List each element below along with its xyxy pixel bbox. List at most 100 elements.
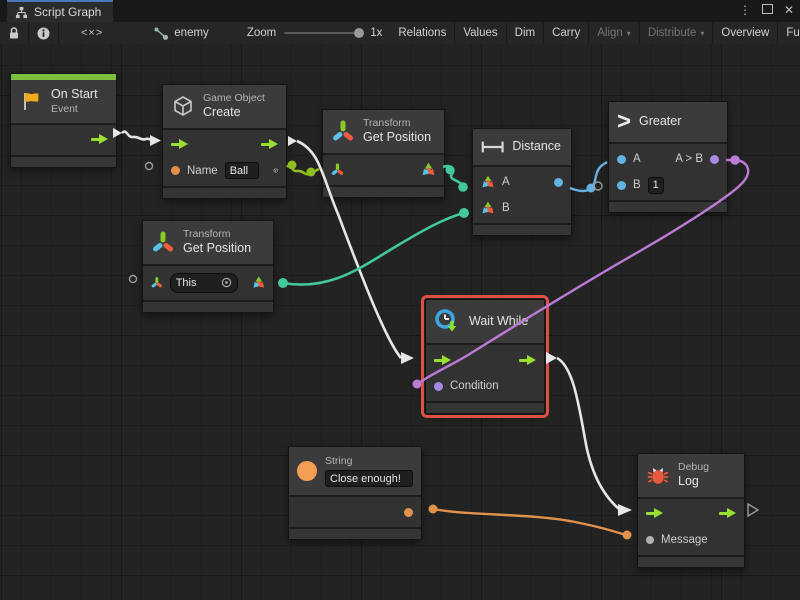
node-subtitle: Event — [51, 103, 98, 116]
output-label: A > B — [675, 153, 703, 165]
overview-button[interactable]: Overview — [712, 22, 777, 44]
string-value-field[interactable] — [325, 470, 413, 487]
wire-create-to-getposition — [287, 161, 319, 177]
condition-input-port[interactable] — [434, 382, 443, 391]
node-on-start-event[interactable]: On Start Event — [10, 73, 117, 168]
graph-name: enemy — [174, 27, 209, 39]
input-a-port[interactable] — [617, 155, 626, 164]
dim-button[interactable]: Dim — [506, 22, 543, 44]
distribute-button[interactable]: Distribute▾ — [639, 22, 713, 44]
string-output-port[interactable] — [404, 508, 413, 517]
vector3-input-port-a[interactable] — [481, 175, 495, 189]
tab-title: Script Graph — [34, 5, 101, 19]
transform-input-port[interactable] — [331, 163, 344, 176]
edit-source-button[interactable]: <×> — [58, 22, 125, 44]
graph-canvas[interactable]: On Start Event Game Object Create — [0, 44, 800, 600]
wait-clock-icon — [434, 308, 461, 335]
transform-input-port[interactable] — [151, 276, 163, 289]
distance-icon — [481, 139, 504, 155]
node-get-position-top[interactable]: Transform Get Position — [322, 109, 445, 198]
name-input-port[interactable] — [171, 166, 180, 175]
flow-input-port[interactable] — [434, 355, 451, 366]
unconnected-input-indicator — [130, 276, 137, 283]
title-bar: Script Graph ⋮ ✕ — [0, 0, 800, 22]
window-close-icon[interactable]: ✕ — [784, 3, 794, 17]
vector3-output-port[interactable] — [252, 275, 266, 290]
values-button[interactable]: Values — [454, 22, 505, 44]
input-b-label: B — [502, 202, 510, 214]
object-picker-icon[interactable] — [221, 277, 232, 288]
transform-icon — [151, 230, 175, 254]
result-output-port[interactable] — [710, 155, 719, 164]
greater-icon: > — [617, 111, 631, 133]
name-value-field[interactable] — [225, 162, 259, 179]
zoom-label: Zoom — [247, 27, 276, 39]
zoom-slider-knob[interactable] — [354, 28, 364, 38]
graph-breadcrumb[interactable]: enemy — [153, 26, 209, 41]
node-wait-while[interactable]: Wait While Condition — [425, 299, 545, 414]
b-value-field[interactable] — [648, 177, 664, 194]
node-title: Greater — [639, 114, 681, 130]
wire-string-to-message — [429, 505, 632, 540]
wire-onstart-to-create — [113, 128, 161, 146]
distance-output-port[interactable] — [554, 178, 563, 187]
wire-getposition-to-distance-b — [278, 208, 469, 288]
graph-toolbar: <×> enemy Zoom 1x Relations Values Dim C… — [0, 22, 800, 45]
condition-label: Condition — [450, 380, 499, 392]
node-category: Transform — [363, 117, 431, 130]
zoom-control: Zoom 1x — [247, 27, 383, 39]
full-screen-button[interactable]: Full Screen — [777, 22, 800, 44]
caret-down-icon: ▾ — [627, 29, 631, 38]
node-game-object-create[interactable]: Game Object Create Name — [162, 84, 287, 199]
name-port-label: Name — [187, 165, 218, 177]
node-greater[interactable]: > Greater A A > B B — [608, 101, 728, 213]
cube-icon — [171, 94, 195, 118]
zoom-value: 1x — [370, 27, 382, 39]
game-object-output-port[interactable] — [273, 163, 278, 178]
node-category: Transform — [183, 228, 251, 241]
node-string-literal[interactable]: String — [288, 446, 422, 540]
lock-button[interactable] — [0, 22, 28, 44]
bug-icon — [646, 463, 670, 487]
node-footer — [609, 200, 727, 212]
code-icon: <×> — [67, 27, 117, 39]
node-title: Get Position — [363, 130, 431, 146]
flow-input-port[interactable] — [171, 139, 188, 150]
vector3-input-port-b[interactable] — [481, 201, 495, 215]
node-distance[interactable]: Distance A — [472, 128, 572, 236]
relations-button[interactable]: Relations — [390, 22, 454, 44]
tab-script-graph[interactable]: Script Graph — [7, 0, 113, 22]
caret-down-icon: ▾ — [700, 29, 704, 38]
input-b-label: B — [633, 179, 641, 191]
unconnected-input-indicator — [594, 182, 602, 190]
node-footer — [426, 401, 544, 413]
zoom-slider[interactable] — [284, 32, 362, 34]
node-title: On Start — [51, 87, 98, 103]
window-maximize-icon[interactable] — [762, 3, 773, 17]
input-b-port[interactable] — [617, 181, 626, 190]
node-footer — [289, 527, 421, 539]
flow-input-port[interactable] — [646, 508, 663, 519]
flow-output-port[interactable] — [91, 134, 108, 145]
inspect-button[interactable] — [28, 22, 58, 44]
flow-output-port[interactable] — [719, 508, 736, 519]
flow-output-port[interactable] — [519, 355, 536, 366]
vector3-output-port[interactable] — [421, 162, 436, 177]
window-menu-icon[interactable]: ⋮ — [739, 3, 751, 17]
lock-icon — [8, 26, 20, 40]
node-title: Create — [203, 105, 265, 121]
message-input-port[interactable] — [646, 536, 654, 544]
node-category: Debug — [678, 461, 709, 474]
node-get-position-left[interactable]: Transform Get Position This — [142, 220, 274, 313]
target-object-field[interactable]: This — [170, 273, 238, 293]
unconnected-input-indicator — [146, 163, 153, 170]
wire-waitwhile-to-debuglog — [546, 352, 632, 516]
flow-output-port[interactable] — [261, 139, 278, 150]
node-title: Distance — [512, 139, 561, 155]
node-category: Game Object — [203, 92, 265, 105]
carry-button[interactable]: Carry — [543, 22, 588, 44]
node-debug-log[interactable]: Debug Log Message — [637, 453, 745, 568]
align-button[interactable]: Align▾ — [588, 22, 639, 44]
message-label: Message — [661, 534, 708, 546]
node-footer — [473, 223, 571, 235]
